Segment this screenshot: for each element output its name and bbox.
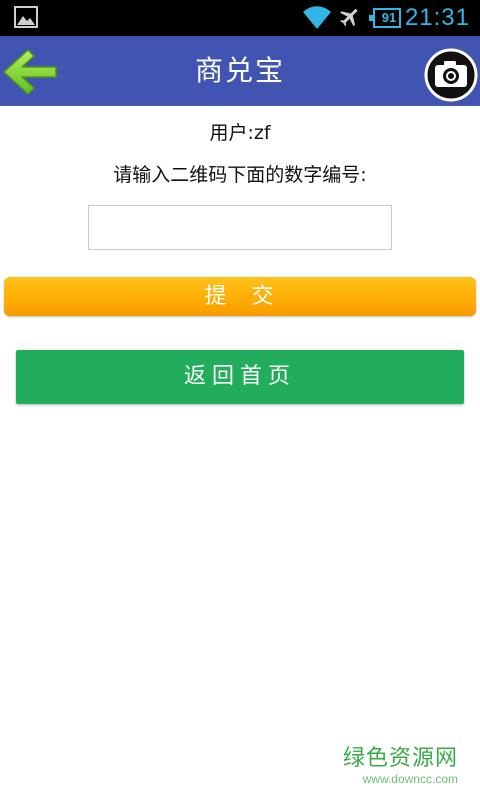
status-bar: 91 21:31 (0, 0, 480, 36)
camera-button[interactable] (424, 48, 478, 102)
page-title: 商兑宝 (194, 54, 285, 87)
airplane-icon (340, 9, 358, 27)
code-input[interactable] (88, 205, 392, 250)
app-header: 商兑宝 (0, 36, 480, 106)
gallery-icon (14, 6, 38, 28)
watermark-url: www.downcc.com (362, 772, 458, 786)
watermark: 绿色资源网 www.downcc.com (328, 746, 458, 786)
camera-icon (424, 48, 478, 102)
prompt-label: 请输入二维码下面的数字编号: (113, 164, 367, 186)
battery-level: 91 (381, 10, 397, 25)
clock: 21:31 (404, 4, 470, 31)
submit-button[interactable]: 提 交 (4, 277, 476, 316)
user-label: 用户:zf (209, 122, 271, 144)
home-button[interactable]: 返回首页 (16, 350, 464, 404)
wifi-icon (303, 6, 331, 29)
watermark-title: 绿色资源网 (342, 746, 458, 771)
